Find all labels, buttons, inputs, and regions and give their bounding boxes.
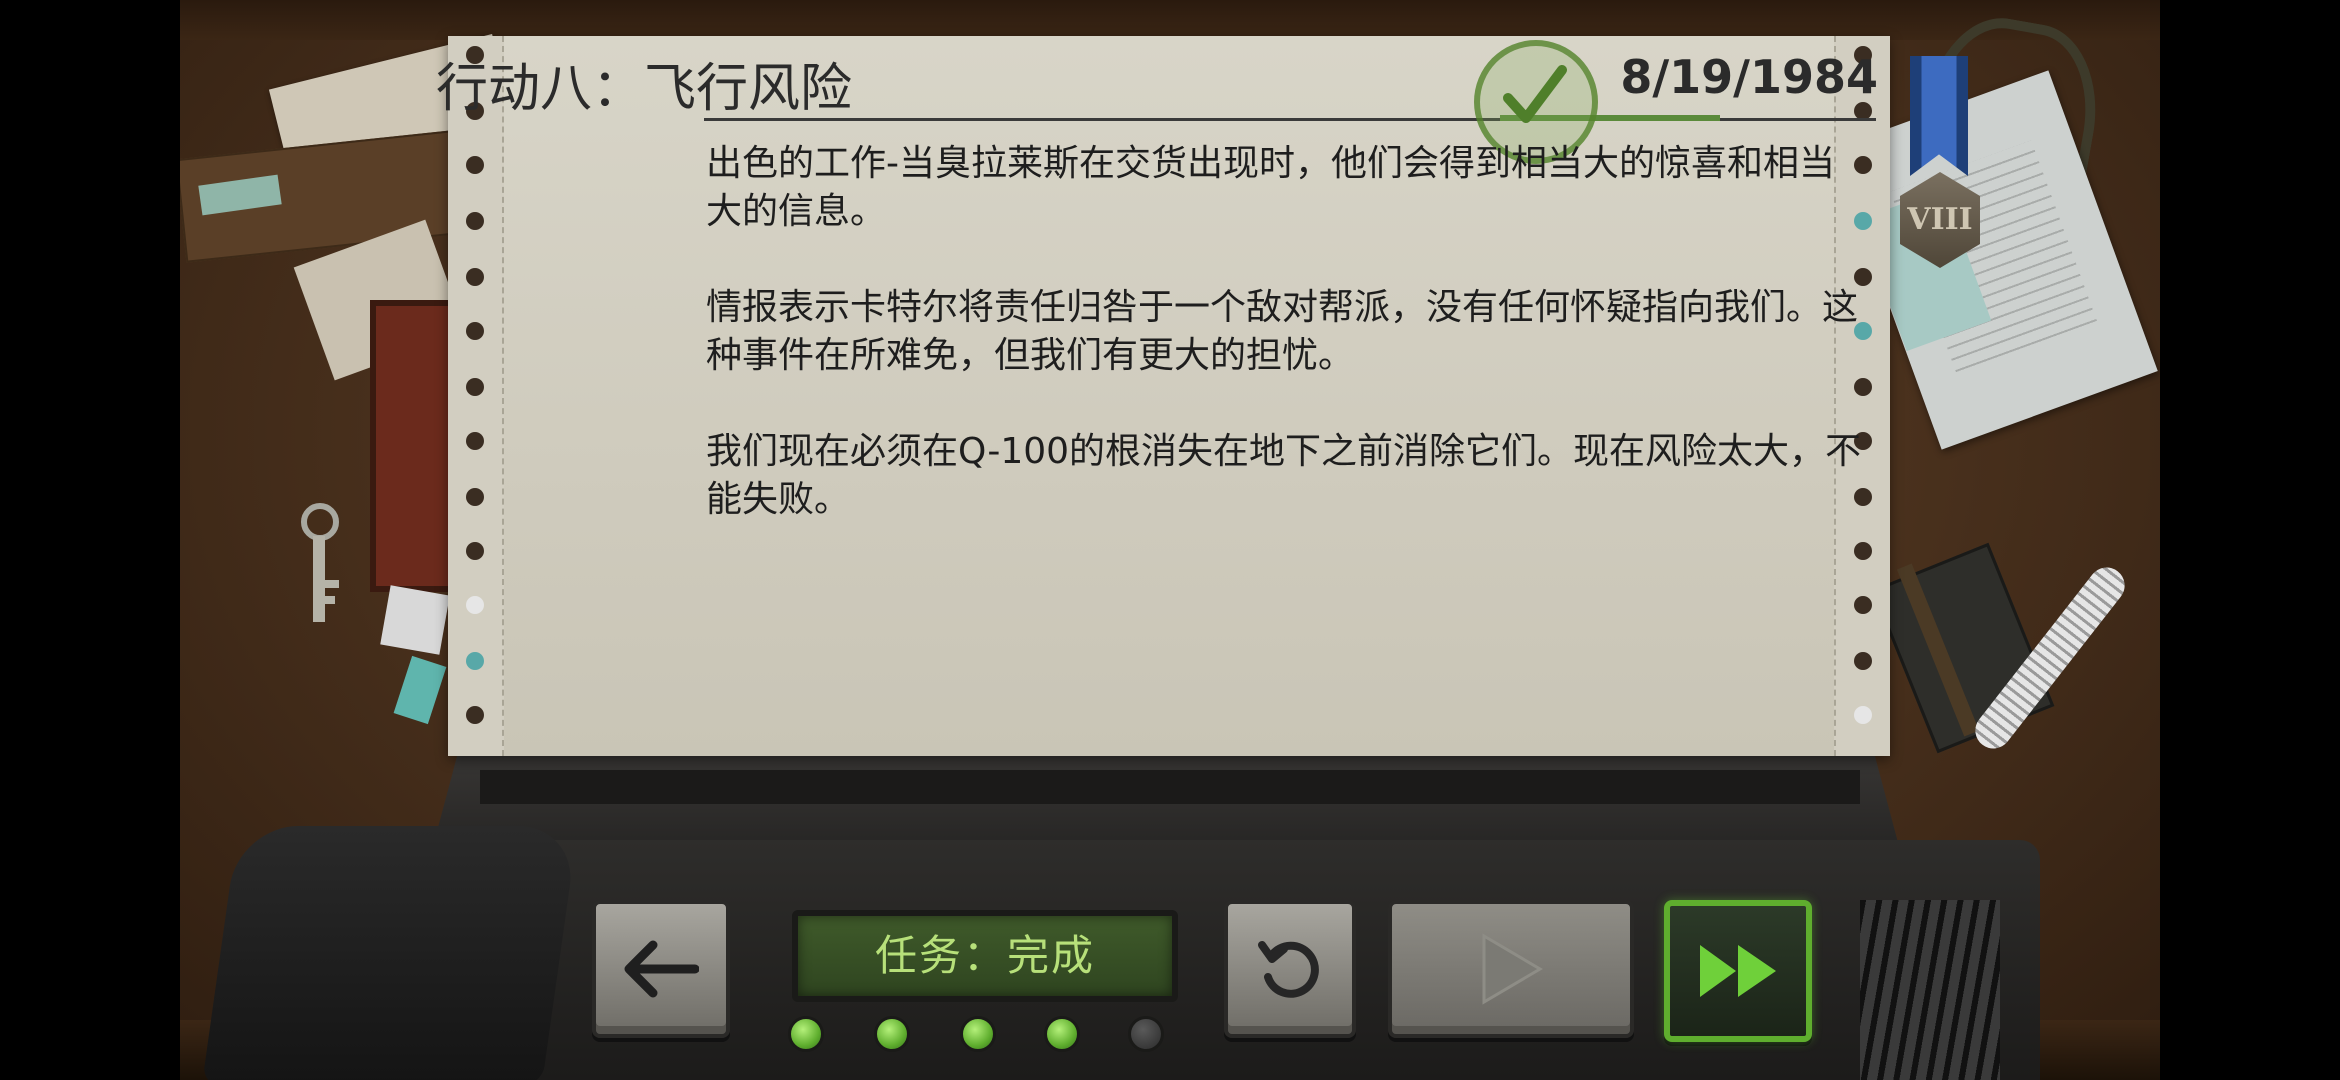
desk-card [380, 585, 450, 655]
tractor-hole [466, 596, 484, 614]
speaker-grille [1860, 900, 2000, 1080]
keys-icon [301, 503, 339, 622]
back-button[interactable] [592, 900, 730, 1038]
tractor-hole [1854, 378, 1872, 396]
medal-rank: VIII [1900, 172, 1980, 268]
medal-ribbon [1910, 56, 1968, 176]
tractor-holes-left [448, 36, 504, 756]
tractor-hole [466, 212, 484, 230]
mission-paragraph: 情报表示卡特尔将责任归咎于一个敌对帮派，没有任何怀疑指向我们。这种事件在所难免，… [706, 287, 1859, 376]
progress-led [1044, 1016, 1080, 1052]
tractor-hole [466, 542, 484, 560]
tractor-hole [466, 706, 484, 724]
mission-paragraph: 出色的工作-当臭拉莱斯在交货出现时，他们会得到相当大的惊喜和相当大的信息。 [706, 143, 1835, 232]
desk-card-teal [393, 655, 447, 725]
mission-date-wrap: 8/19/1984 [1600, 0, 1878, 120]
tractor-hole [466, 652, 484, 670]
tractor-hole [466, 322, 484, 340]
tractor-hole [1854, 596, 1872, 614]
game-scene: 行动八：飞行风险 8/19/1984 出色的工作-当臭拉莱斯在交货出现时，他们会… [180, 0, 2160, 1080]
tractor-hole [1854, 652, 1872, 670]
screen: 行动八：飞行风险 8/19/1984 出色的工作-当臭拉莱斯在交货出现时，他们会… [0, 0, 2340, 1080]
tractor-hole [1854, 706, 1872, 724]
phone-handset [201, 826, 579, 1080]
status-display: 任务：完成 [792, 910, 1178, 1002]
progress-led [1128, 1016, 1164, 1052]
tractor-hole [466, 432, 484, 450]
progress-led [874, 1016, 910, 1052]
tractor-hole [466, 378, 484, 396]
progress-led [788, 1016, 824, 1052]
tractor-hole [466, 156, 484, 174]
arrow-left-icon [624, 940, 699, 998]
mission-title: 行动八：飞行风险 [436, 59, 853, 119]
restart-button[interactable] [1224, 900, 1356, 1038]
tractor-hole [466, 268, 484, 286]
mission-paragraph: 我们现在必须在Q-100的根消失在地下之前消除它们。现在风险太大，不能失败。 [706, 431, 1862, 520]
fast-forward-icon [1700, 945, 1776, 997]
fast-forward-button[interactable] [1664, 900, 1812, 1042]
checkmark-icon [1503, 65, 1567, 123]
restart-icon [1258, 941, 1319, 998]
mission-date: 8/19/1984 [1620, 50, 1878, 104]
tractor-hole [466, 488, 484, 506]
progress-led [960, 1016, 996, 1052]
play-icon [1482, 933, 1543, 1005]
printer-slot [480, 770, 1860, 804]
tractor-hole [1854, 542, 1872, 560]
status-text: 任务：完成 [874, 931, 1095, 980]
rank-medal: VIII [1900, 56, 1982, 276]
play-button[interactable] [1388, 900, 1634, 1038]
